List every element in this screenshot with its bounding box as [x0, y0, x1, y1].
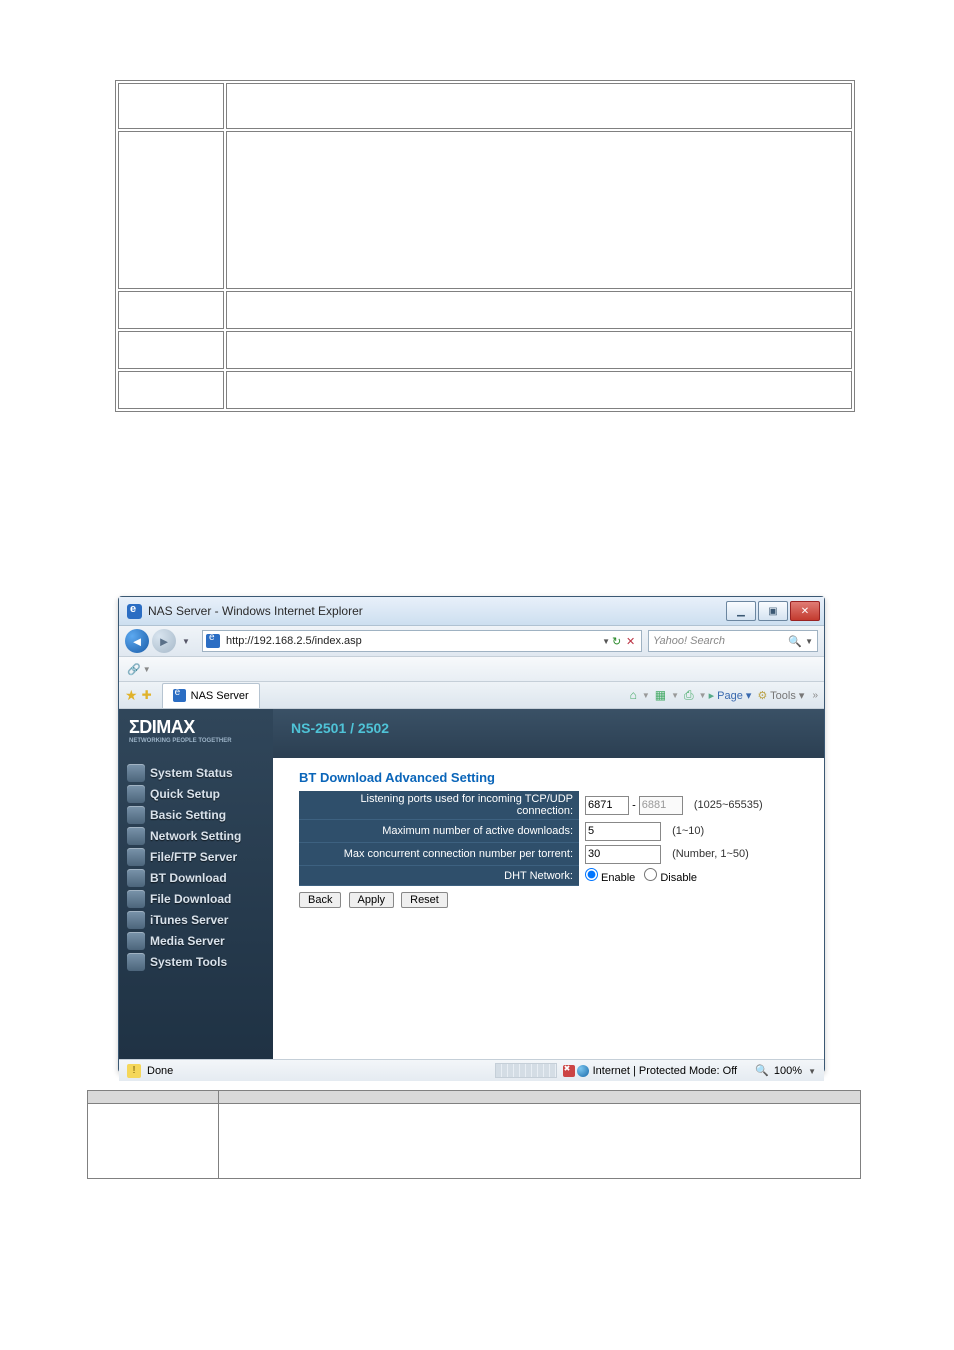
menu-icon: [127, 890, 145, 908]
shield-icon: [563, 1065, 575, 1077]
menu-icon: [127, 827, 145, 845]
favorites-star-icon[interactable]: ★: [125, 687, 138, 704]
menu-icon: [127, 911, 145, 929]
main-panel: NS-2501 / 2502 BT Download Advanced Sett…: [273, 709, 824, 1059]
max-conn-hint: (Number, 1~50): [672, 848, 749, 860]
menu-icon: [127, 869, 145, 887]
sidebar-item-system-tools[interactable]: System Tools: [119, 951, 273, 972]
sidebar-item-file-ftp[interactable]: File/FTP Server: [119, 846, 273, 867]
tab-bar: ★ ✚ NAS Server ⌂▼ ▦▼ ⎙▼ ▸ Page ▾ ⚙ Tools…: [119, 682, 824, 709]
progress-segment: [495, 1063, 557, 1078]
max-conn-label: Max concurrent connection number per tor…: [299, 843, 579, 866]
sidebar: ΣDIMAX NETWORKING PEOPLE TOGETHER System…: [119, 709, 273, 1059]
print-icon[interactable]: ⎙: [684, 688, 694, 703]
chevron-right-icon[interactable]: »: [812, 690, 818, 701]
menu-icon: [127, 848, 145, 866]
sidebar-item-file-download[interactable]: File Download: [119, 888, 273, 909]
menu-icon: [127, 806, 145, 824]
dht-enable[interactable]: Enable: [585, 872, 635, 884]
zoom-drop-icon[interactable]: ▼: [808, 1067, 816, 1076]
sidebar-item-media-server[interactable]: Media Server: [119, 930, 273, 951]
minimize-button[interactable]: ▁: [726, 601, 756, 621]
titlebar: NAS Server - Windows Internet Explorer ▁…: [119, 597, 824, 626]
tab-favicon: [173, 689, 186, 702]
zoom-control[interactable]: 🔍 100% ▼: [755, 1064, 816, 1077]
dht-disable[interactable]: Disable: [644, 872, 697, 884]
site-icon: [206, 634, 220, 648]
nav-history-drop[interactable]: ▼: [179, 629, 193, 653]
maximize-button[interactable]: ▣: [758, 601, 788, 621]
menu-icon: [127, 932, 145, 950]
search-drop-icon[interactable]: ▼: [805, 637, 813, 646]
navbar: ◄ ► ▼ ▼ ↻ ✕ Yahoo! Search 🔍 ▼: [119, 626, 824, 657]
page-menu[interactable]: ▸ Page ▾: [709, 689, 752, 702]
sidebar-item-system-status[interactable]: System Status: [119, 762, 273, 783]
max-dl-hint: (1~10): [672, 825, 704, 837]
tab-label: NAS Server: [191, 690, 249, 702]
sidebar-item-quick-setup[interactable]: Quick Setup: [119, 783, 273, 804]
reset-button[interactable]: Reset: [401, 892, 448, 908]
status-bar: ! Done Internet | Protected Mode: Off 🔍 …: [119, 1059, 824, 1081]
port-from-input[interactable]: [585, 796, 629, 815]
model-header: NS-2501 / 2502: [273, 709, 824, 758]
back-button[interactable]: ◄: [125, 629, 149, 653]
sidebar-item-basic-setting[interactable]: Basic Setting: [119, 804, 273, 825]
zoom-icon: 🔍: [755, 1065, 769, 1077]
tools-menu[interactable]: ⚙ Tools ▾: [757, 689, 804, 702]
home-icon[interactable]: ⌂: [630, 688, 637, 702]
url-input[interactable]: [224, 634, 600, 648]
window-title: NAS Server - Windows Internet Explorer: [148, 604, 363, 618]
ie-window: NAS Server - Windows Internet Explorer ▁…: [118, 596, 825, 1073]
command-bar: ⌂▼ ▦▼ ⎙▼ ▸ Page ▾ ⚙ Tools ▾ »: [627, 688, 818, 703]
ie-icon: [127, 604, 142, 619]
sidebar-item-network-setting[interactable]: Network Setting: [119, 825, 273, 846]
tab-nas-server[interactable]: NAS Server: [162, 683, 260, 708]
max-dl-label: Maximum number of active downloads:: [299, 820, 579, 843]
status-text: Done: [147, 1065, 173, 1077]
menu-icon: [127, 953, 145, 971]
max-conn-input[interactable]: [585, 845, 661, 864]
sidebar-item-bt-download[interactable]: BT Download: [119, 867, 273, 888]
stop-icon[interactable]: ✕: [626, 635, 638, 648]
globe-icon: [577, 1065, 589, 1077]
form-buttons: Back Apply Reset: [299, 892, 824, 908]
brand-logo: ΣDIMAX NETWORKING PEOPLE TOGETHER: [119, 717, 273, 744]
feed-icon[interactable]: ▦: [655, 688, 666, 702]
page-content: ΣDIMAX NETWORKING PEOPLE TOGETHER System…: [119, 709, 824, 1059]
link-bar: 🔗 ▼: [119, 657, 824, 682]
sidebar-item-itunes[interactable]: iTunes Server: [119, 909, 273, 930]
settings-form: Listening ports used for incoming TCP/UD…: [299, 791, 767, 886]
forward-button[interactable]: ►: [152, 629, 176, 653]
favorites-add-icon[interactable]: ✚: [142, 688, 152, 702]
menu-icon: [127, 785, 145, 803]
ports-label: Listening ports used for incoming TCP/UD…: [299, 791, 579, 820]
dht-label: DHT Network:: [299, 866, 579, 886]
address-bar[interactable]: ▼ ↻ ✕: [202, 630, 642, 652]
upper-table: [115, 80, 855, 412]
addr-drop-icon[interactable]: ▼: [602, 637, 610, 646]
search-icon[interactable]: 🔍: [788, 635, 802, 648]
ports-hint: (1025~65535): [694, 799, 763, 811]
warning-icon[interactable]: !: [127, 1064, 141, 1078]
search-box[interactable]: Yahoo! Search 🔍 ▼: [648, 630, 818, 652]
security-zone[interactable]: Internet | Protected Mode: Off: [563, 1065, 738, 1077]
close-button[interactable]: ✕: [790, 601, 820, 621]
lower-table: [87, 1090, 861, 1179]
page-title: BT Download Advanced Setting: [273, 758, 824, 791]
sidebar-menu: System Status Quick Setup Basic Setting …: [119, 762, 273, 972]
port-to-input[interactable]: [639, 796, 683, 815]
refresh-icon[interactable]: ↻: [612, 635, 626, 648]
back-button[interactable]: Back: [299, 892, 341, 908]
max-dl-input[interactable]: [585, 822, 661, 841]
links-drop-icon[interactable]: ▼: [143, 665, 151, 674]
apply-button[interactable]: Apply: [349, 892, 395, 908]
search-placeholder: Yahoo! Search: [653, 635, 725, 647]
links-icon[interactable]: 🔗: [127, 663, 141, 676]
menu-icon: [127, 764, 145, 782]
